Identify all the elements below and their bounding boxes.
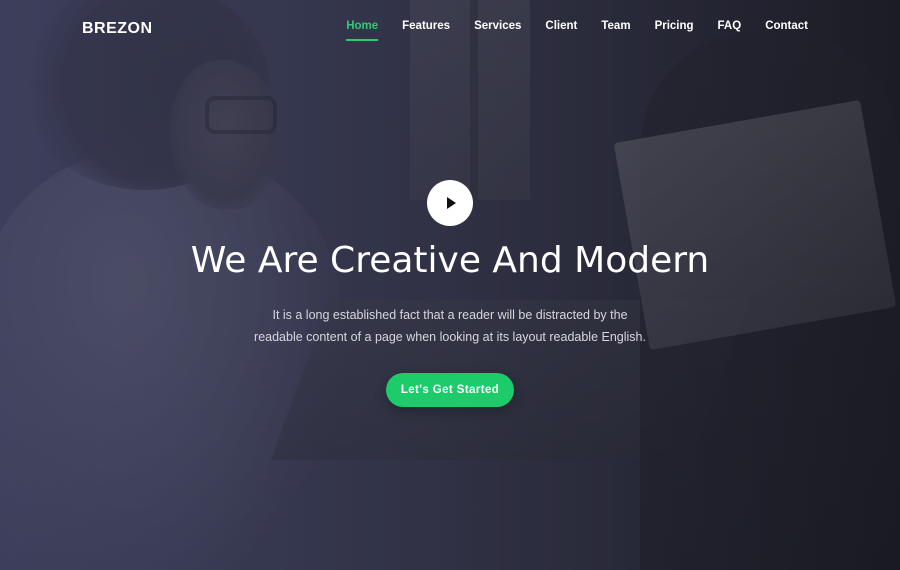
nav-item-home[interactable]: Home	[346, 20, 378, 41]
hero-overlay	[0, 0, 900, 570]
video-play-button[interactable]	[427, 180, 473, 226]
play-icon	[447, 197, 456, 209]
hero-title: We Are Creative And Modern	[190, 240, 710, 281]
nav-item-client[interactable]: Client	[545, 20, 577, 40]
hero-description: It is a long established fact that a rea…	[200, 304, 700, 348]
site-header: BREZON Home Features Services Client Tea…	[0, 0, 900, 56]
hero-section: BREZON Home Features Services Client Tea…	[0, 0, 900, 570]
nav-item-contact[interactable]: Contact	[765, 20, 808, 40]
get-started-button[interactable]: Let's Get Started	[386, 373, 514, 407]
nav-item-pricing[interactable]: Pricing	[655, 20, 694, 40]
nav-item-services[interactable]: Services	[474, 20, 521, 40]
main-nav: Home Features Services Client Team Prici…	[322, 20, 808, 41]
nav-item-team[interactable]: Team	[601, 20, 630, 40]
hero-description-line-2: readable content of a page when looking …	[254, 330, 646, 344]
hero-description-line-1: It is a long established fact that a rea…	[272, 308, 628, 322]
nav-item-features[interactable]: Features	[402, 20, 450, 40]
brand-logo[interactable]: BREZON	[82, 20, 153, 38]
nav-item-faq[interactable]: FAQ	[718, 20, 742, 40]
